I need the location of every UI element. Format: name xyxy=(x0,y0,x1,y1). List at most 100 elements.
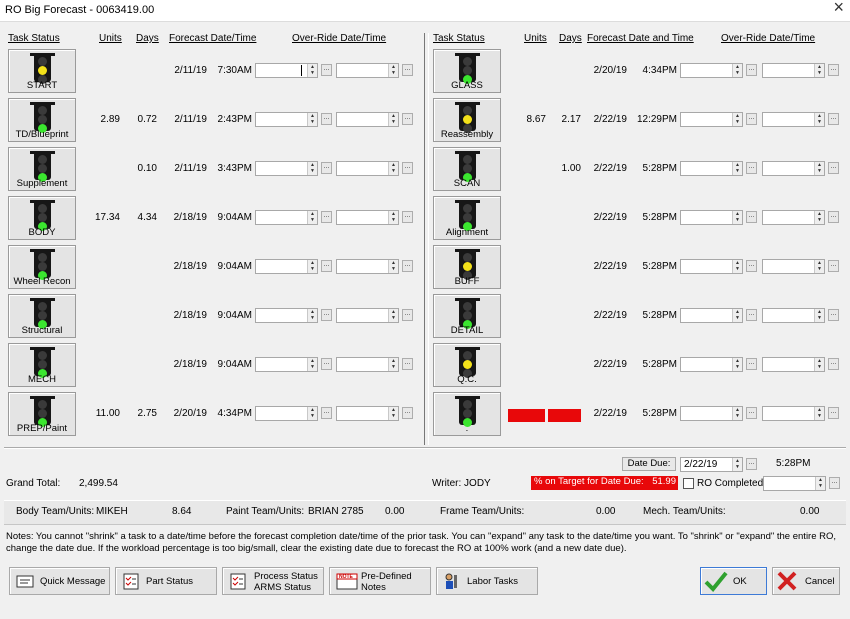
spinner-icon[interactable]: ▲ ▼ xyxy=(388,113,398,126)
override-picker-button[interactable]: ... xyxy=(828,211,839,223)
override-picker-button[interactable]: ... xyxy=(746,407,757,419)
override-picker-button[interactable]: ... xyxy=(321,260,332,272)
labor-tasks-button[interactable]: Labor Tasks xyxy=(436,567,538,595)
override-picker-button[interactable]: ... xyxy=(321,162,332,174)
override-picker-button[interactable]: ... xyxy=(402,309,413,321)
override-picker-button[interactable]: ... xyxy=(746,113,757,125)
task-button-left-5[interactable]: Structural xyxy=(8,294,76,338)
spinner-icon[interactable]: ▲ ▼ xyxy=(732,407,742,420)
spinner-icon[interactable]: ▲ ▼ xyxy=(732,64,742,77)
override-date-input[interactable]: ▲ ▼ xyxy=(680,63,743,78)
spinner-icon[interactable]: ▲ ▼ xyxy=(814,162,824,175)
spinner-icon[interactable]: ▲ ▼ xyxy=(814,113,824,126)
override-picker-button[interactable]: ... xyxy=(828,162,839,174)
override-date-input[interactable]: ▲ ▼ xyxy=(336,63,399,78)
override-date-input[interactable]: ▲ ▼ xyxy=(255,63,318,78)
ro-completed-date-input[interactable]: ▲ ▼ xyxy=(763,476,826,491)
task-button-right-0[interactable]: GLASS xyxy=(433,49,501,93)
override-date-input[interactable]: ▲ ▼ xyxy=(680,357,743,372)
override-date-input[interactable]: ▲ ▼ xyxy=(255,210,318,225)
override-date-input[interactable]: ▲ ▼ xyxy=(680,112,743,127)
spinner-icon[interactable]: ▲ ▼ xyxy=(307,211,317,224)
spinner-icon[interactable]: ▲ ▼ xyxy=(307,260,317,273)
close-window-icon[interactable]: × xyxy=(833,0,844,18)
task-button-left-3[interactable]: BODY xyxy=(8,196,76,240)
override-date-input[interactable]: ▲ ▼ xyxy=(762,308,825,323)
date-due-button[interactable]: Date Due: xyxy=(622,457,676,471)
spinner-icon[interactable]: ▲ ▼ xyxy=(814,407,824,420)
date-due-picker-button[interactable]: ... xyxy=(746,458,757,470)
override-picker-button[interactable]: ... xyxy=(321,407,332,419)
task-button-right-3[interactable]: Alignment xyxy=(433,196,501,240)
spinner-icon[interactable]: ▲ ▼ xyxy=(388,358,398,371)
cancel-button[interactable]: Cancel xyxy=(772,567,840,595)
spinner-icon[interactable]: ▲ ▼ xyxy=(307,113,317,126)
spinner-icon[interactable]: ▲ ▼ xyxy=(814,358,824,371)
spinner-icon[interactable]: ▲ ▼ xyxy=(388,260,398,273)
spinner-icon[interactable]: ▲ ▼ xyxy=(732,358,742,371)
spinner-icon[interactable]: ▲ ▼ xyxy=(732,211,742,224)
override-picker-button[interactable]: ... xyxy=(402,358,413,370)
override-date-input[interactable]: ▲ ▼ xyxy=(255,161,318,176)
date-due-spinner-icon[interactable]: ▲ ▼ xyxy=(732,458,742,471)
override-picker-button[interactable]: ... xyxy=(828,309,839,321)
override-picker-button[interactable]: ... xyxy=(828,407,839,419)
override-date-input[interactable]: ▲ ▼ xyxy=(336,406,399,421)
task-button-right-7[interactable]: . xyxy=(433,392,501,436)
task-button-left-2[interactable]: Supplement xyxy=(8,147,76,191)
task-button-right-4[interactable]: BUFF xyxy=(433,245,501,289)
override-date-input[interactable]: ▲ ▼ xyxy=(336,161,399,176)
override-date-input[interactable]: ▲ ▼ xyxy=(762,210,825,225)
task-button-left-7[interactable]: PREP/Paint xyxy=(8,392,76,436)
override-date-input[interactable]: ▲ ▼ xyxy=(762,406,825,421)
override-picker-button[interactable]: ... xyxy=(402,260,413,272)
override-date-input[interactable]: ▲ ▼ xyxy=(255,357,318,372)
override-picker-button[interactable]: ... xyxy=(746,211,757,223)
override-date-input[interactable]: ▲ ▼ xyxy=(762,357,825,372)
ro-completed-spinner-icon[interactable]: ▲ ▼ xyxy=(815,477,825,490)
override-date-input[interactable]: ▲ ▼ xyxy=(336,112,399,127)
spinner-icon[interactable]: ▲ ▼ xyxy=(814,309,824,322)
override-date-input[interactable]: ▲ ▼ xyxy=(255,406,318,421)
override-date-input[interactable]: ▲ ▼ xyxy=(762,112,825,127)
override-picker-button[interactable]: ... xyxy=(402,162,413,174)
override-picker-button[interactable]: ... xyxy=(321,211,332,223)
quick-message-button[interactable]: Quick Message xyxy=(9,567,110,595)
spinner-icon[interactable]: ▲ ▼ xyxy=(307,358,317,371)
spinner-icon[interactable]: ▲ ▼ xyxy=(732,162,742,175)
spinner-icon[interactable]: ▲ ▼ xyxy=(732,260,742,273)
override-picker-button[interactable]: ... xyxy=(402,211,413,223)
override-date-input[interactable]: ▲ ▼ xyxy=(336,259,399,274)
spinner-icon[interactable]: ▲ ▼ xyxy=(388,407,398,420)
spinner-icon[interactable]: ▲ ▼ xyxy=(307,64,317,77)
spinner-icon[interactable]: ▲ ▼ xyxy=(307,309,317,322)
override-date-input[interactable]: ▲ ▼ xyxy=(255,112,318,127)
spinner-icon[interactable]: ▲ ▼ xyxy=(814,211,824,224)
task-button-left-1[interactable]: TD/Blueprint xyxy=(8,98,76,142)
spinner-icon[interactable]: ▲ ▼ xyxy=(732,309,742,322)
override-date-input[interactable]: ▲ ▼ xyxy=(762,63,825,78)
spinner-icon[interactable]: ▲ ▼ xyxy=(388,309,398,322)
predefined-notes-button[interactable]: NOTE Pre-Defined Notes xyxy=(329,567,431,595)
override-picker-button[interactable]: ... xyxy=(828,64,839,76)
override-picker-button[interactable]: ... xyxy=(746,358,757,370)
part-status-button[interactable]: Part Status xyxy=(115,567,217,595)
override-date-input[interactable]: ▲ ▼ xyxy=(336,210,399,225)
task-button-right-2[interactable]: SCAN xyxy=(433,147,501,191)
override-date-input[interactable]: ▲ ▼ xyxy=(680,308,743,323)
process-status-button[interactable]: Process Status ARMS Status xyxy=(222,567,324,595)
spinner-icon[interactable]: ▲ ▼ xyxy=(732,113,742,126)
override-date-input[interactable]: ▲ ▼ xyxy=(255,259,318,274)
override-picker-button[interactable]: ... xyxy=(402,64,413,76)
task-button-right-5[interactable]: DETAIL xyxy=(433,294,501,338)
spinner-icon[interactable]: ▲ ▼ xyxy=(388,64,398,77)
override-date-input[interactable]: ▲ ▼ xyxy=(680,259,743,274)
override-picker-button[interactable]: ... xyxy=(746,162,757,174)
override-picker-button[interactable]: ... xyxy=(828,113,839,125)
ro-completed-picker-button[interactable]: ... xyxy=(829,477,840,489)
override-date-input[interactable]: ▲ ▼ xyxy=(680,161,743,176)
task-button-right-1[interactable]: Reassembly xyxy=(433,98,501,142)
override-picker-button[interactable]: ... xyxy=(321,358,332,370)
task-button-right-6[interactable]: Q.C. xyxy=(433,343,501,387)
override-picker-button[interactable]: ... xyxy=(402,113,413,125)
